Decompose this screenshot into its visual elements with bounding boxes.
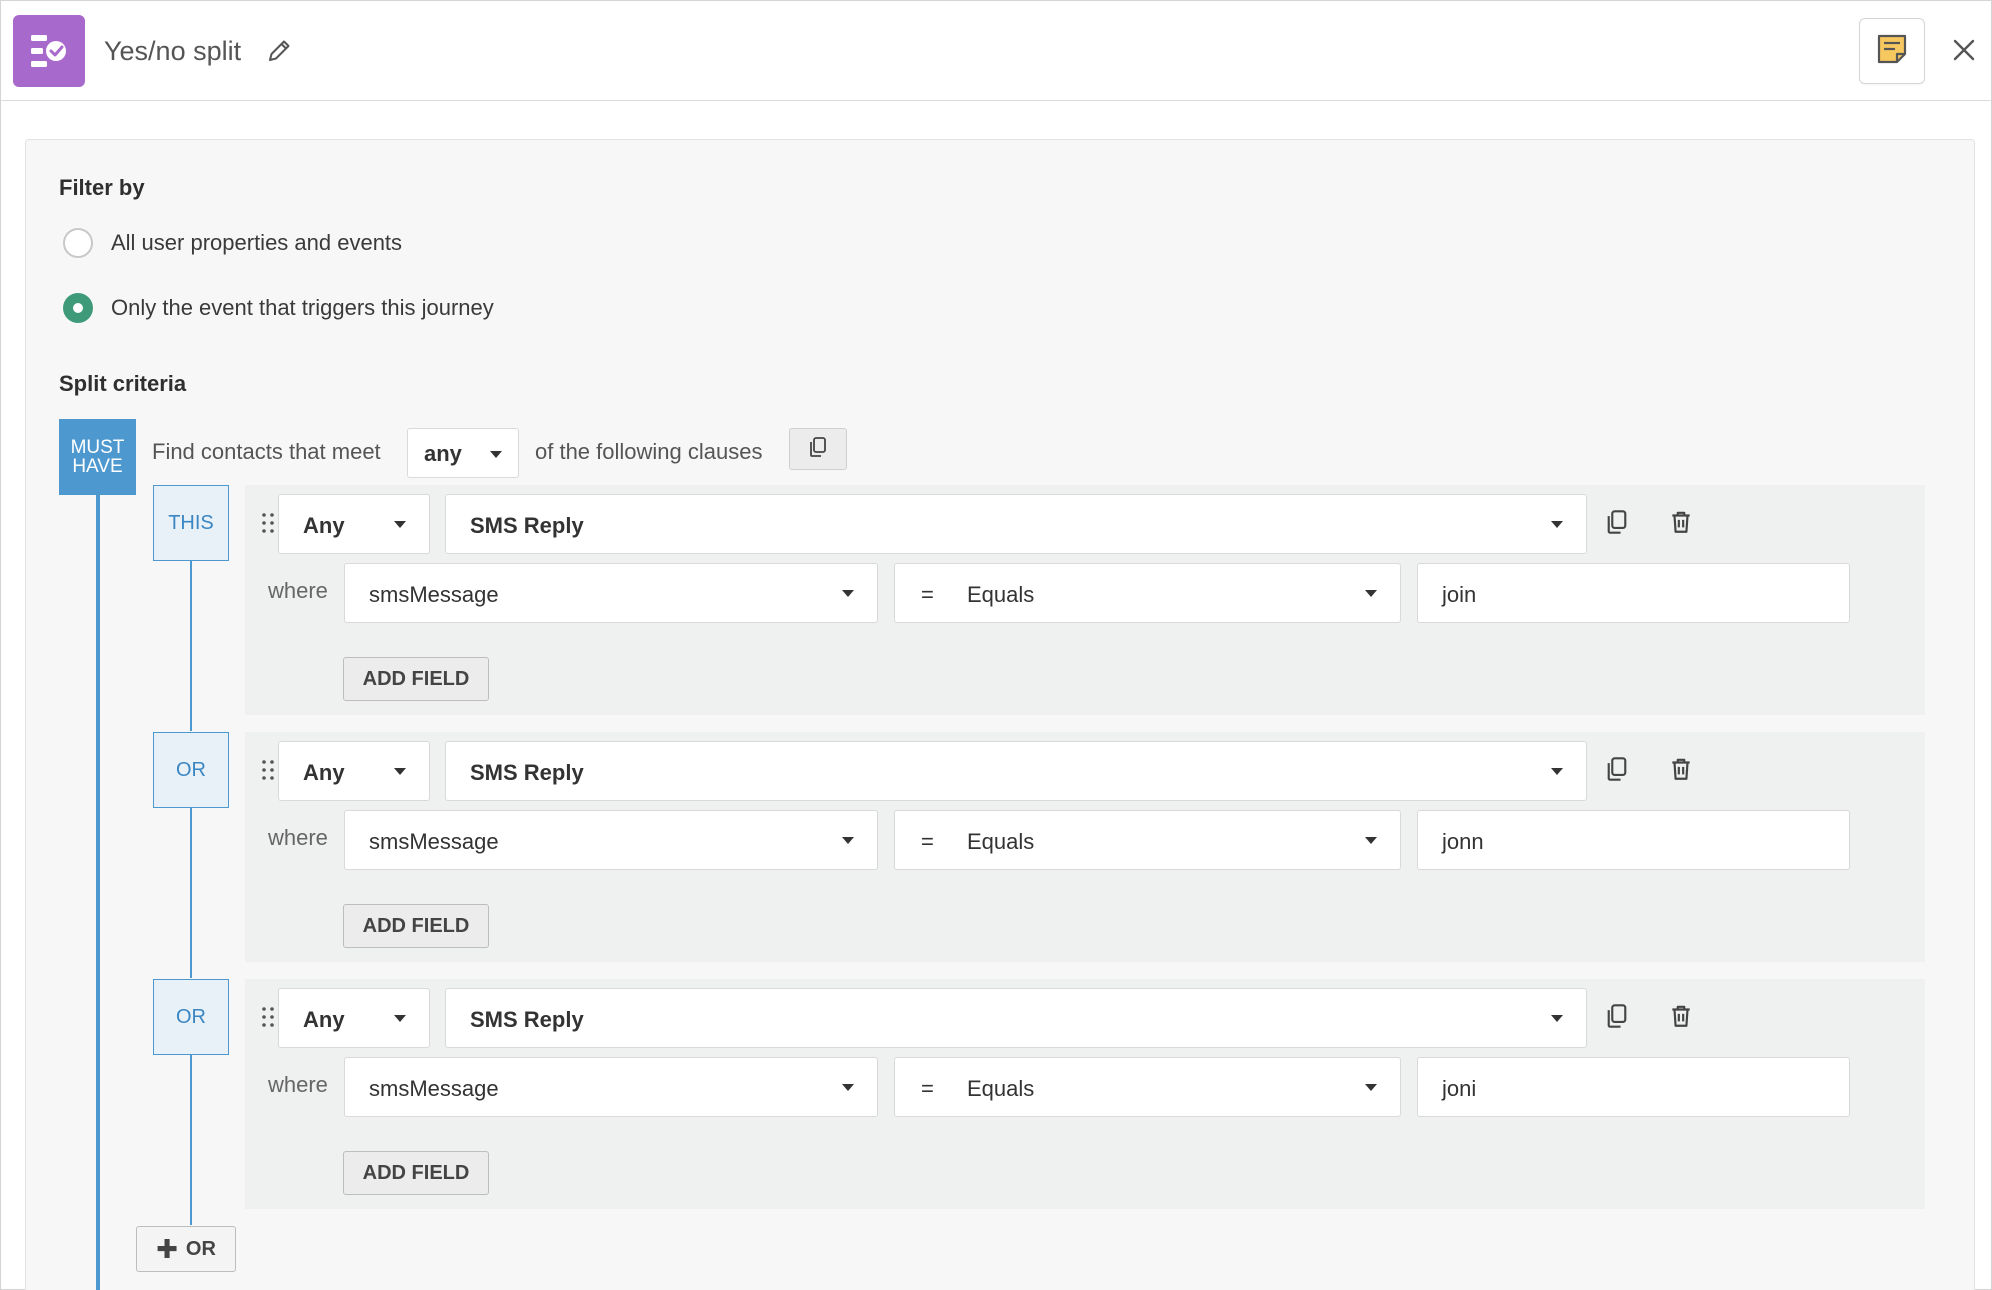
property-select[interactable]: smsMessage [344,810,878,870]
plus-icon: ✚ [156,1234,178,1264]
close-icon[interactable] [1949,35,1979,65]
event-select[interactable]: SMS Reply [445,988,1587,1048]
quantifier-select[interactable]: Any [278,494,430,554]
caret-down-icon [394,521,406,528]
value-text: join [1442,582,1477,607]
match-mode-value: any [424,441,462,466]
event-value: SMS Reply [470,760,584,785]
filter-by-heading: Filter by [59,175,145,200]
caret-down-icon [1551,1015,1563,1022]
where-label: where [268,1072,328,1097]
yes-no-split-dialog: Yes/no split Filter by All user properti… [0,0,1992,1290]
radio-button-checked[interactable] [63,293,93,323]
value-text: joni [1442,1076,1477,1101]
notes-button[interactable] [1859,18,1925,84]
value-text: jonn [1442,829,1484,854]
caret-down-icon [394,1015,406,1022]
radio-label: Only the event that triggers this journe… [111,295,494,320]
add-or-label: OR [185,1237,216,1260]
operator-value: Equals [967,582,1035,607]
radio-label: All user properties and events [111,230,403,255]
event-select[interactable]: SMS Reply [445,494,1587,554]
drag-handle-icon[interactable] [260,511,276,535]
must-have-connector [96,495,100,1290]
radio-all-properties[interactable]: All user properties and events [63,228,402,258]
where-label: where [268,578,328,603]
property-value: smsMessage [369,1076,499,1101]
operator-select[interactable]: = Equals [894,810,1401,870]
operator-value: Equals [967,829,1035,854]
copy-clauses-button[interactable] [789,428,847,470]
value-input[interactable]: joni [1417,1057,1850,1117]
trash-icon[interactable] [1668,756,1696,784]
must-have-badge: MUST HAVE [59,419,136,495]
caret-down-icon [842,837,854,844]
operator-value: Equals [967,1076,1035,1101]
caret-down-icon [1365,1084,1377,1091]
trash-icon[interactable] [1668,509,1696,537]
caret-down-icon [842,1084,854,1091]
clause-tag-this: THIS [153,485,229,561]
quantifier-value: Any [303,513,345,538]
sticky-note-icon [1875,32,1909,71]
value-input[interactable]: join [1417,563,1850,623]
clause-block: Any SMS Reply where smsMessage = Equals … [245,485,1925,715]
operator-symbol: = [921,1076,934,1101]
caret-down-icon [1551,768,1563,775]
add-field-button[interactable]: ADD FIELD [343,657,489,701]
value-input[interactable]: jonn [1417,810,1850,870]
operator-symbol: = [921,582,934,607]
caret-down-icon [394,768,406,775]
property-select[interactable]: smsMessage [344,563,878,623]
caret-down-icon [490,451,502,458]
property-select[interactable]: smsMessage [344,1057,878,1117]
add-field-button[interactable]: ADD FIELD [343,1151,489,1195]
radio-button[interactable] [63,228,93,258]
clause-connector [190,808,192,978]
journey-split-icon [13,15,85,87]
operator-select[interactable]: = Equals [894,1057,1401,1117]
event-value: SMS Reply [470,1007,584,1032]
drag-handle-icon[interactable] [260,1005,276,1029]
match-mode-select[interactable]: any [407,428,519,478]
copy-icon [807,436,829,463]
clause-tag-or: OR [153,732,229,808]
drag-handle-icon[interactable] [260,758,276,782]
find-suffix-text: of the following clauses [535,439,763,464]
event-select[interactable]: SMS Reply [445,741,1587,801]
operator-symbol: = [921,829,934,854]
pencil-icon[interactable] [265,37,293,65]
duplicate-clause-icon[interactable] [1604,509,1632,537]
caret-down-icon [1365,837,1377,844]
must-have-line1: MUST [70,437,125,458]
caret-down-icon [1365,590,1377,597]
clause-block: Any SMS Reply where smsMessage = Equals … [245,732,1925,962]
duplicate-clause-icon[interactable] [1604,1003,1632,1031]
duplicate-clause-icon[interactable] [1604,756,1632,784]
dialog-header: Yes/no split [1,1,1991,101]
caret-down-icon [1551,521,1563,528]
event-value: SMS Reply [470,513,584,538]
radio-trigger-event[interactable]: Only the event that triggers this journe… [63,293,494,323]
dialog-title: Yes/no split [104,36,242,66]
must-have-line2: HAVE [72,456,123,477]
add-field-button[interactable]: ADD FIELD [343,904,489,948]
split-criteria-heading: Split criteria [59,371,187,396]
find-prefix-text: Find contacts that meet [152,439,381,464]
operator-select[interactable]: = Equals [894,563,1401,623]
clause-connector [190,1055,192,1225]
where-label: where [268,825,328,850]
caret-down-icon [842,590,854,597]
quantifier-value: Any [303,760,345,785]
property-value: smsMessage [369,829,499,854]
property-value: smsMessage [369,582,499,607]
quantifier-select[interactable]: Any [278,988,430,1048]
clause-tag-or: OR [153,979,229,1055]
quantifier-value: Any [303,1007,345,1032]
quantifier-select[interactable]: Any [278,741,430,801]
clause-connector [190,561,192,731]
clause-block: Any SMS Reply where smsMessage = Equals … [245,979,1925,1209]
add-or-clause-button[interactable]: ✚ OR [136,1226,236,1272]
trash-icon[interactable] [1668,1003,1696,1031]
